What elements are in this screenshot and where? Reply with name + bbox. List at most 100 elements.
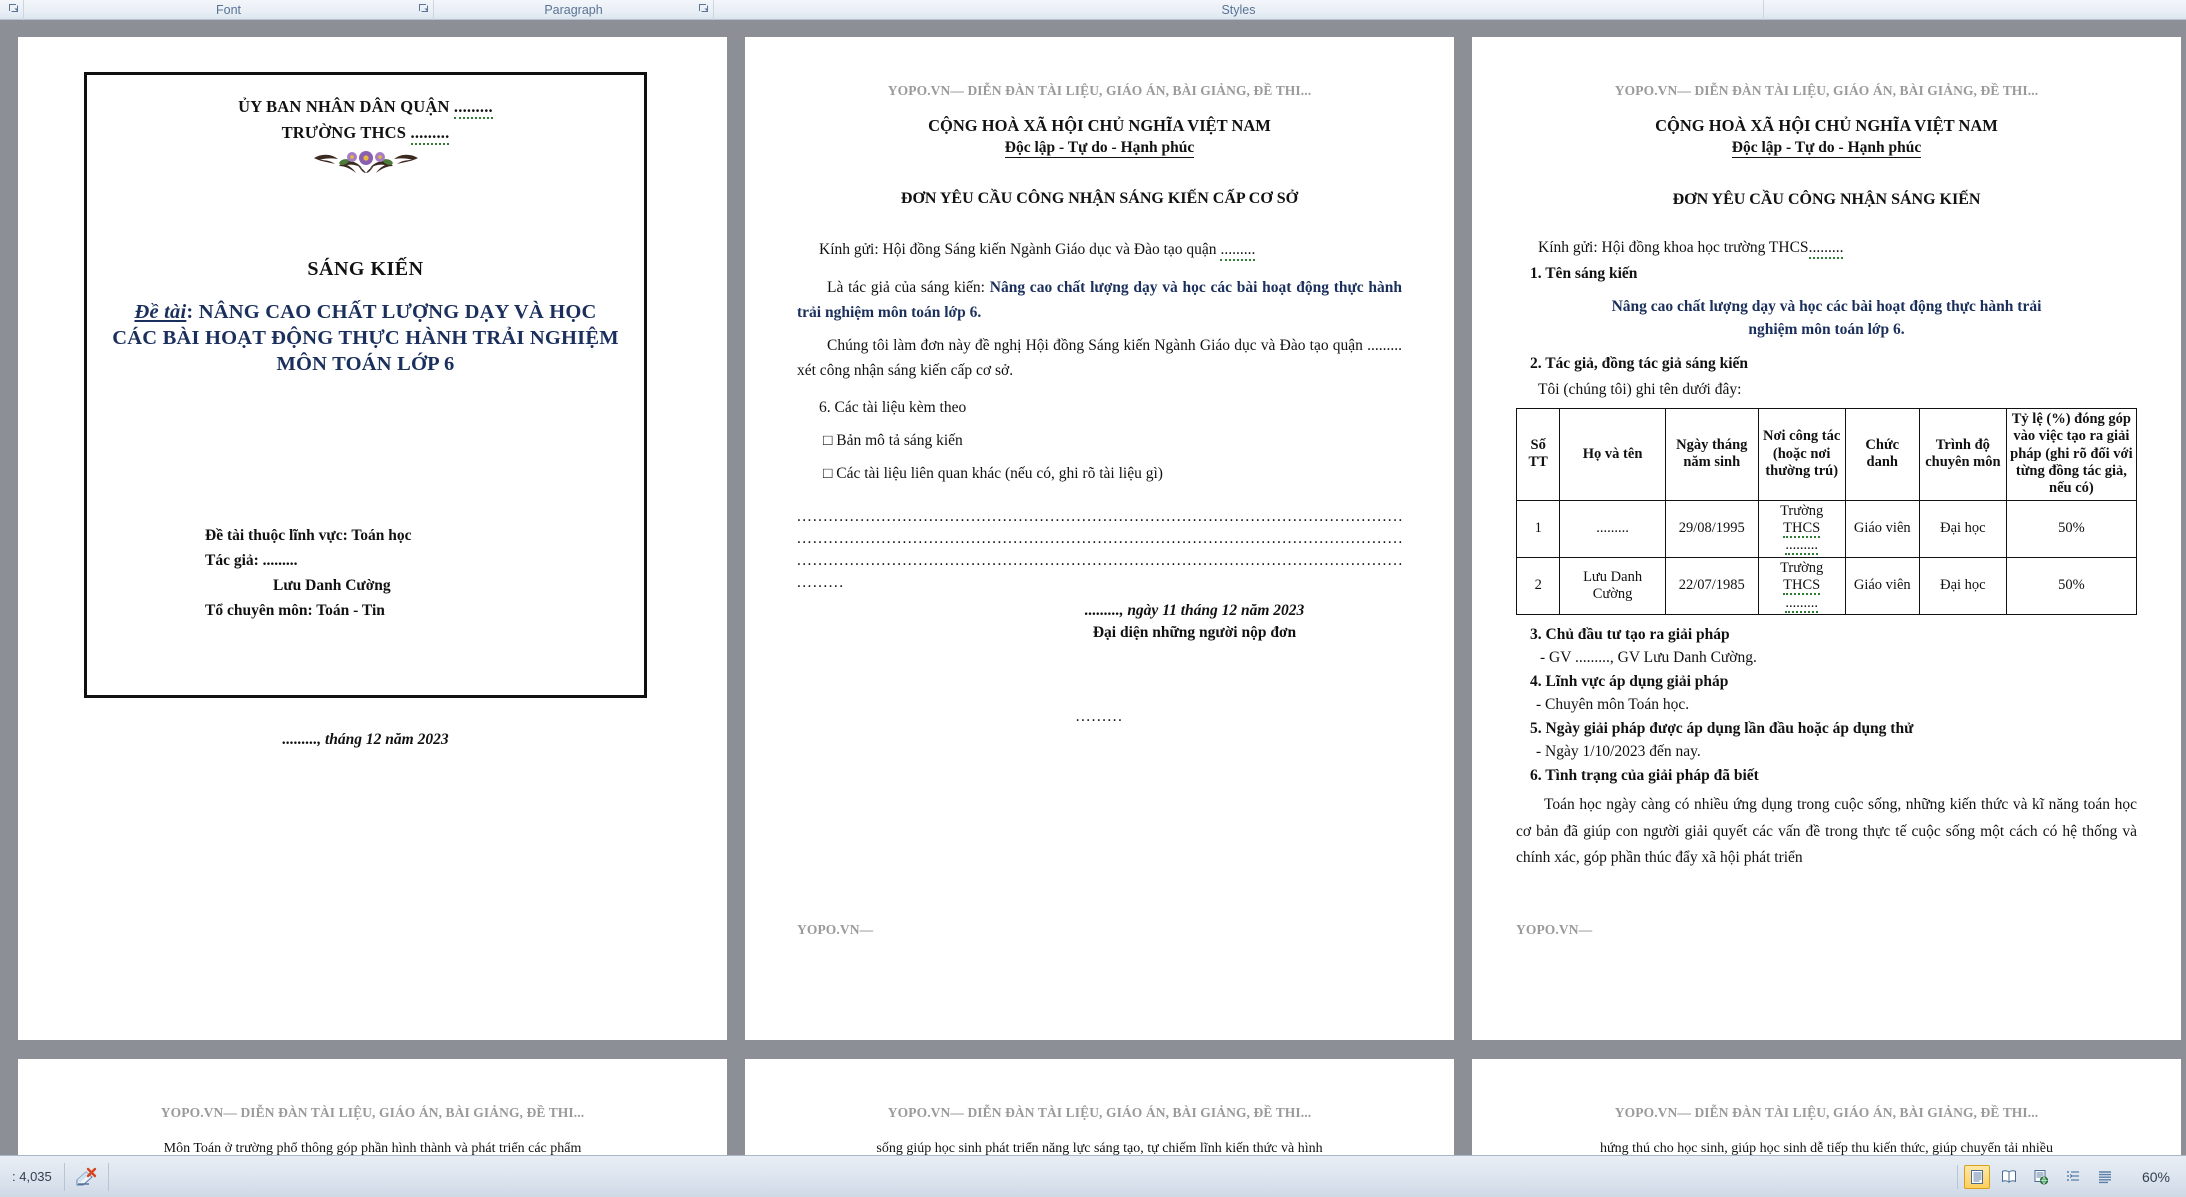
ribbon-group-tail (1764, 0, 2186, 20)
page-2-center-dots: ......... (1075, 707, 1124, 725)
page-2-attach-heading: 6. Các tài liệu kèm theo (819, 398, 967, 416)
cover-title-line-1: : NÂNG CAO CHẤT LƯỢNG DẠY VÀ HỌC (186, 301, 597, 323)
cover-meta-author: Tác giả: ......... (205, 551, 298, 569)
ribbon-group-styles-label: Styles (1221, 2, 1256, 17)
page-2-watermark-footer: YOPO.VN— (797, 922, 874, 937)
page-3-watermark-footer: YOPO.VN— (1516, 922, 1593, 937)
page-3-section-3-item: - GV ........., GV Lưu Danh Cường. (1540, 649, 1757, 667)
col-header-education: Trình độ chuyên môn (1918, 407, 2007, 501)
cell-contribution-pct: 50% (2005, 499, 2138, 558)
document-page-6[interactable]: YOPO.VN— DIỄN ĐÀN TÀI LIỆU, GIÁO ÁN, BÀI… (1472, 1059, 2181, 1155)
page-3-section-1-heading: 1. Tên sáng kiến (1530, 265, 1638, 283)
cell-stt: 1 (1515, 499, 1561, 558)
cover-meta-block: Đề tài thuộc lĩnh vực: Toán học Tác giả:… (87, 523, 644, 623)
cell-dob: 29/08/1995 (1664, 499, 1759, 558)
page-3-section-4-heading: 4. Lĩnh vực áp dụng giải pháp (1530, 673, 1729, 691)
page-2-recipient-prefix: Kính gửi: Hội đồng Sáng kiến Ngành Giáo … (819, 241, 1217, 258)
page-2-author-para: Là tác giả của sáng kiến: Nâng cao chất … (797, 275, 1402, 325)
ribbon-group-font-label: Font (215, 2, 241, 17)
cell-dob: 22/07/1985 (1664, 556, 1759, 616)
page-3-innovation-title: Nâng cao chất lượng dạy và học các bài h… (1516, 295, 2137, 342)
cover-org-line-2: TRƯỜNG THCS ......... (87, 123, 644, 145)
page-4-preview-text: Môn Toán ở trường phổ thông góp phần hìn… (163, 1141, 582, 1155)
full-screen-reading-view-button[interactable] (1996, 1165, 2022, 1189)
page-3-nation-line-2-wrap: Độc lập - Tự do - Hạnh phúc (1516, 139, 2137, 158)
font-dialog-launcher-icon[interactable] (418, 3, 429, 14)
page-3-recipient-blank: ......... (1808, 239, 1844, 259)
floral-divider-ornament (87, 145, 644, 173)
ribbon-group-clipboard (0, 0, 24, 20)
web-layout-view-button[interactable] (2028, 1165, 2054, 1189)
cell-position: Giáo viên (1844, 556, 1920, 616)
cover-meta-field: Đề tài thuộc lĩnh vực: Toán học (205, 526, 412, 544)
cell-education: Đại học (1918, 499, 2007, 558)
page-2-recipient-blank: ......... (1220, 241, 1256, 261)
spelling-check-icon[interactable] (65, 1162, 109, 1191)
cover-detai-label: Đề tài (134, 301, 187, 323)
document-page-2[interactable]: YOPO.VN— DIỄN ĐÀN TÀI LIỆU, GIÁO ÁN, BÀI… (745, 37, 1454, 1040)
cover-org-line-1: ỦY BAN NHÂN DÂN QUẬN ......... (87, 97, 644, 119)
table-row: 1 ......... 29/08/1995 Trường THCS .....… (1515, 499, 2138, 558)
print-layout-view-button[interactable] (1963, 1164, 1990, 1189)
cell-name: Lưu Danh Cường (1559, 556, 1666, 616)
status-bar-separator (1956, 1164, 1958, 1189)
page-2-dotted-line-4: ......... (797, 573, 845, 591)
paragraph-dialog-launcher-icon[interactable] (698, 3, 709, 14)
page-2-sign-role: Đại diện những người nộp đơn (1092, 623, 1297, 641)
document-canvas[interactable]: ỦY BAN NHÂN DÂN QUẬN ......... TRƯỜNG TH… (0, 21, 2186, 1155)
page-3-section-5-heading: 5. Ngày giải pháp được áp dụng lần đầu h… (1530, 720, 1914, 738)
page-3-nation-line-2: Độc lập - Tự do - Hạnh phúc (1731, 139, 1922, 158)
document-page-5[interactable]: YOPO.VN— DIỄN ĐÀN TÀI LIỆU, GIÁO ÁN, BÀI… (745, 1059, 1454, 1155)
cover-sangkien-label: SÁNG KIẾN (307, 258, 424, 280)
cell-workplace-line-1: Trường (1780, 502, 1824, 519)
page-3-innovation-title-line-2: nghiệm môn toán lớp 6. (1748, 321, 1905, 339)
cover-org-line-1-blank: ......... (453, 97, 493, 119)
cell-contribution-pct: 50% (2005, 556, 2138, 616)
cell-name: ......... (1559, 499, 1666, 558)
page-5-watermark-header: YOPO.VN— DIỄN ĐÀN TÀI LIỆU, GIÁO ÁN, BÀI… (887, 1105, 1312, 1120)
document-page-1[interactable]: ỦY BAN NHÂN DÂN QUẬN ......... TRƯỜNG TH… (18, 37, 727, 1040)
authors-table-wrapper: Số TT Họ và tên Ngày tháng năm sinh Nơi … (1515, 407, 2138, 616)
page-5-preview-text: sống giúp học sinh phát triển năng lực s… (876, 1141, 1323, 1155)
ribbon-group-paragraph: Paragraph (434, 0, 714, 20)
cell-workplace-line-3: ......... (1785, 537, 1818, 556)
authors-table: Số TT Họ và tên Ngày tháng năm sinh Nơi … (1515, 407, 2138, 616)
page-3-recipient: Kính gửi: Hội đồng khoa học trường THCS.… (1516, 235, 2137, 260)
page-2-sign-date: ........., ngày 11 tháng 12 năm 2023 (1084, 601, 1305, 619)
cover-title-line-2: CÁC BÀI HOẠT ĐỘNG THỰC HÀNH TRẢI NGHIỆM (112, 327, 619, 350)
ribbon-group-styles: Styles (714, 0, 1764, 20)
page-2-request-para: Chúng tôi làm đơn này đề nghị Hội đồng S… (797, 337, 1402, 380)
col-header-position: Chức danh (1844, 407, 1920, 501)
col-header-contribution-pct: Tỷ lệ (%) đóng góp vào việc tạo ra giải … (2005, 407, 2138, 501)
document-page-3[interactable]: YOPO.VN— DIỄN ĐÀN TÀI LIỆU, GIÁO ÁN, BÀI… (1472, 37, 2181, 1040)
page-2-dotted-line-2: ........................................… (797, 529, 1402, 547)
page-2-recipient: Kính gửi: Hội đồng Sáng kiến Ngành Giáo … (797, 237, 1402, 262)
zoom-level-label[interactable]: 60% (2132, 1169, 2186, 1185)
document-page-4[interactable]: YOPO.VN— DIỄN ĐÀN TÀI LIỆU, GIÁO ÁN, BÀI… (18, 1059, 727, 1155)
col-header-dob: Ngày tháng năm sinh (1664, 407, 1759, 501)
col-header-workplace: Nơi công tác (hoặc nơi thường trú) (1757, 407, 1846, 501)
outline-view-button[interactable] (2060, 1165, 2086, 1189)
cover-title-line-3: MÔN TOÁN LỚP 6 (276, 353, 455, 376)
page-3-section-6-heading: 6. Tình trạng của giải pháp đã biết (1530, 767, 1759, 785)
page-3-section-5-item: - Ngày 1/10/2023 đến nay. (1536, 743, 1701, 761)
cell-workplace-line-2: THCS (1783, 577, 1821, 596)
cell-workplace-line-2: THCS (1783, 520, 1821, 539)
page-3-section-3-heading: 3. Chủ đầu tư tạo ra giải pháp (1530, 626, 1730, 644)
page-2-watermark-header: YOPO.VN— DIỄN ĐÀN TÀI LIỆU, GIÁO ÁN, BÀI… (887, 83, 1312, 98)
page-2-attach-item-2: □ Các tài liệu liên quan khác (nếu có, g… (823, 464, 1163, 482)
clipboard-dialog-launcher-icon[interactable] (8, 3, 19, 14)
cell-workplace: Trường THCS ......... (1757, 499, 1846, 558)
page-2-nation-line-2: Độc lập - Tự do - Hạnh phúc (1004, 139, 1195, 158)
col-header-fullname: Họ và tên (1559, 407, 1666, 501)
draft-view-button[interactable] (2092, 1165, 2118, 1189)
page-3-nation-line-1: CỘNG HOÀ XÃ HỘI CHỦ NGHĨA VIỆT NAM (1655, 116, 1998, 135)
cell-workplace-line-3: ......... (1785, 594, 1818, 613)
word-count-status[interactable]: : 4,035 (0, 1162, 65, 1191)
cell-workplace: Trường THCS ......... (1757, 556, 1846, 616)
status-bar: : 4,035 60% (0, 1155, 2186, 1197)
table-row: 2 Lưu Danh Cường 22/07/1985 Trường THCS … (1515, 556, 2138, 616)
page-2-nation-line-1: CỘNG HOÀ XÃ HỘI CHỦ NGHĨA VIỆT NAM (928, 116, 1271, 135)
cell-position: Giáo viên (1844, 499, 1920, 558)
page-3-doc-title: ĐƠN YÊU CẦU CÔNG NHẬN SÁNG KIẾN (1672, 191, 1981, 208)
